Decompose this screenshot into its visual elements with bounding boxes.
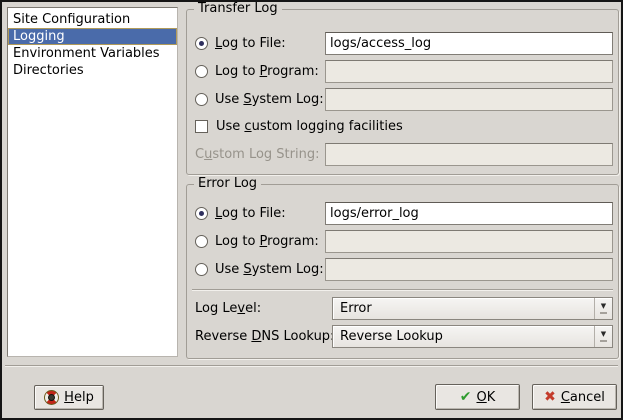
log-level-label: Log Level:	[195, 301, 261, 316]
log-level-value: Error	[333, 298, 594, 319]
error-frame-separator	[192, 289, 613, 291]
error-log-frame-title: Error Log	[194, 176, 261, 192]
transfer-use-system-log-row: Use System Log:	[195, 88, 613, 111]
transfer-log-to-program-row: Log to Program:	[195, 60, 613, 83]
custom-log-string-label: Custom Log String:	[195, 147, 319, 162]
error-log-file-input[interactable]	[325, 202, 613, 225]
cancel-button[interactable]: ✖ Cancel	[532, 384, 617, 410]
cancel-button-label: Cancel	[561, 390, 605, 405]
dialog-separator	[5, 365, 618, 367]
transfer-log-to-file-row: Log to File:	[195, 32, 613, 55]
log-level-combobox[interactable]: Error ▼	[332, 297, 613, 320]
error-use-system-log-label[interactable]: Use System Log:	[215, 262, 324, 277]
error-log-to-file-radio[interactable]	[195, 207, 208, 220]
lifebuoy-icon	[44, 390, 59, 405]
transfer-log-program-input	[325, 60, 613, 83]
logging-config-dialog: Site Configuration Logging Environment V…	[0, 0, 623, 420]
transfer-use-system-log-radio[interactable]	[195, 93, 208, 106]
reverse-dns-value: Reverse Lookup	[333, 326, 594, 347]
error-log-to-program-radio[interactable]	[195, 235, 208, 248]
custom-log-string-row: Custom Log String:	[195, 143, 613, 166]
sidebar-item-environment-variables[interactable]: Environment Variables	[8, 45, 177, 62]
error-use-system-log-radio[interactable]	[195, 263, 208, 276]
custom-logging-row: Use custom logging facilities	[195, 118, 613, 135]
reverse-dns-row: Reverse DNS Lookup: Reverse Lookup ▼	[195, 325, 613, 348]
config-section-list: Site Configuration Logging Environment V…	[7, 7, 178, 357]
error-log-to-file-row: Log to File:	[195, 202, 613, 225]
transfer-log-to-program-radio[interactable]	[195, 65, 208, 78]
error-use-system-log-row: Use System Log:	[195, 258, 613, 281]
chevron-down-icon[interactable]: ▼	[594, 326, 612, 347]
check-icon: ✔	[460, 390, 472, 404]
transfer-log-to-program-label[interactable]: Log to Program:	[215, 64, 319, 79]
sidebar-item-site-configuration[interactable]: Site Configuration	[8, 11, 177, 28]
use-custom-logging-checkbox[interactable]	[195, 120, 208, 133]
transfer-log-frame: Transfer Log Log to File: Log to Program…	[186, 9, 619, 175]
sidebar-item-logging[interactable]: Logging	[8, 28, 177, 45]
help-button-label: Help	[64, 390, 94, 405]
help-button[interactable]: Help	[34, 385, 104, 410]
ok-button-label: OK	[476, 390, 495, 405]
transfer-system-log-input	[325, 88, 613, 111]
cross-icon: ✖	[544, 390, 556, 404]
ok-button[interactable]: ✔ OK	[435, 384, 520, 410]
transfer-log-frame-title: Transfer Log	[194, 1, 282, 17]
error-system-log-input	[325, 258, 613, 281]
transfer-use-system-log-label[interactable]: Use System Log:	[215, 92, 324, 107]
error-log-frame: Error Log Log to File: Log to Program: U…	[186, 184, 619, 359]
error-log-program-input	[325, 230, 613, 253]
custom-log-string-input	[325, 143, 613, 166]
reverse-dns-combobox[interactable]: Reverse Lookup ▼	[332, 325, 613, 348]
error-log-to-program-row: Log to Program:	[195, 230, 613, 253]
error-log-to-program-label[interactable]: Log to Program:	[215, 234, 319, 249]
reverse-dns-label: Reverse DNS Lookup:	[195, 329, 334, 344]
transfer-log-to-file-radio[interactable]	[195, 37, 208, 50]
transfer-log-file-input[interactable]	[325, 32, 613, 55]
use-custom-logging-label[interactable]: Use custom logging facilities	[216, 119, 403, 134]
error-log-to-file-label[interactable]: Log to File:	[215, 206, 286, 221]
sidebar-item-directories[interactable]: Directories	[8, 62, 177, 79]
log-level-row: Log Level: Error ▼	[195, 297, 613, 320]
transfer-log-to-file-label[interactable]: Log to File:	[215, 36, 286, 51]
chevron-down-icon[interactable]: ▼	[594, 298, 612, 319]
